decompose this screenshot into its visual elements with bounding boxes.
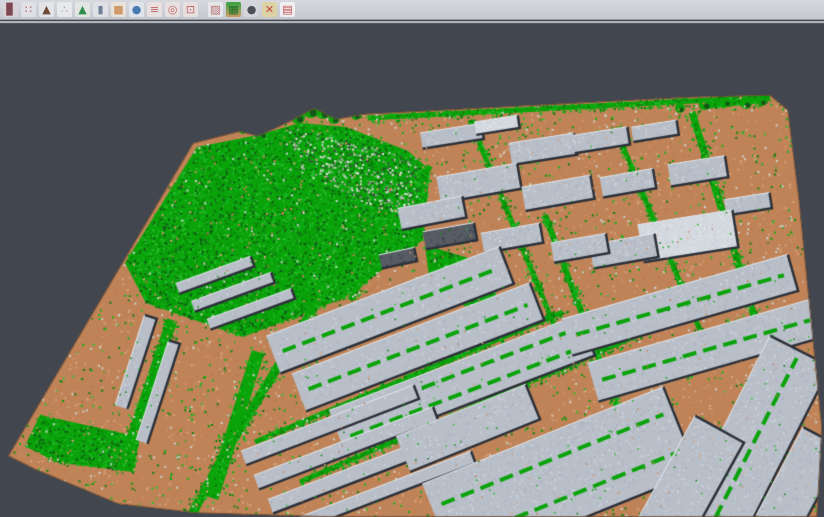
layers-icon[interactable]: ▤ <box>280 2 295 17</box>
snapshot-icon[interactable]: ▨ <box>208 2 223 17</box>
attribute-table-icon[interactable]: ≡ <box>147 2 162 17</box>
camera-icon[interactable]: ● <box>244 2 259 17</box>
selection-box-icon[interactable]: ⊡ <box>183 2 198 17</box>
profile-view-icon[interactable]: ▮ <box>93 2 108 17</box>
orthoimage-icon[interactable]: ■ <box>111 2 126 17</box>
clear-selection-icon[interactable]: ✕ <box>262 2 277 17</box>
terrain-model-icon[interactable]: ▲ <box>39 2 54 17</box>
viewport-3d-canvas[interactable] <box>0 24 824 517</box>
merge-points-icon[interactable]: ∷ <box>21 2 36 17</box>
classified-cloud-icon[interactable]: ▦ <box>226 2 241 17</box>
globe-view-icon[interactable]: ● <box>129 2 144 17</box>
app-toolbar: ▊∷▲∴▲▮■●≡◎⊡▨▦●✕▤ <box>0 0 824 20</box>
selection-circle-icon[interactable]: ◎ <box>165 2 180 17</box>
open-cloud-icon[interactable]: ▊ <box>3 2 18 17</box>
sparse-points-icon[interactable]: ∴ <box>57 2 72 17</box>
vegetation-model-icon[interactable]: ▲ <box>75 2 90 17</box>
